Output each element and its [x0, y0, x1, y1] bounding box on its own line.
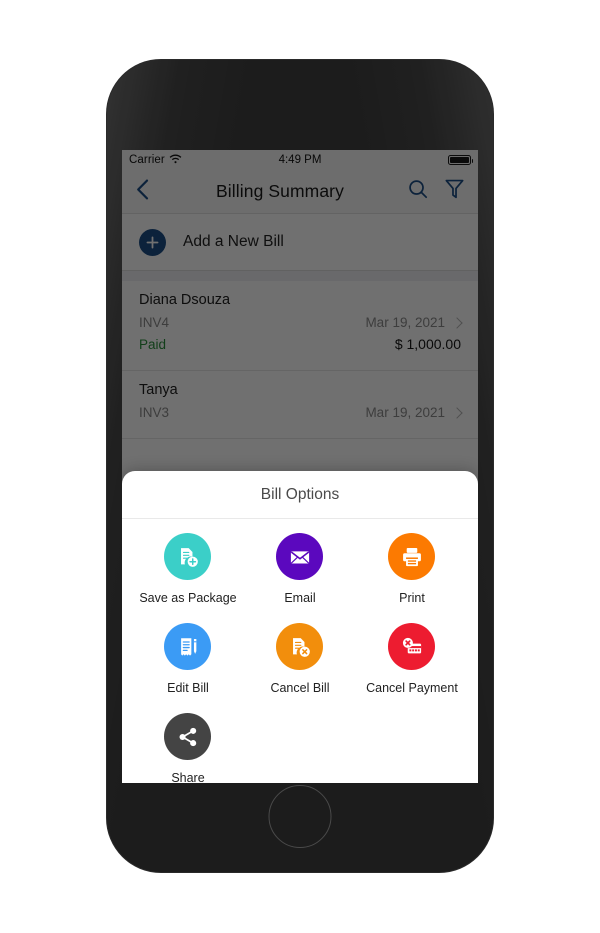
bill-options-grid: Save as Package Email Print Edit Bill Ca… [132, 533, 468, 783]
option-label: Edit Bill [167, 681, 209, 695]
option-icon-circle [164, 713, 212, 760]
printer-icon [403, 547, 421, 566]
option-cancel-payment[interactable]: Cancel Payment [356, 623, 468, 695]
option-label: Cancel Bill [270, 681, 330, 695]
option-label: Save as Package [139, 591, 237, 605]
option-label: Cancel Payment [366, 681, 458, 695]
option-share[interactable]: Share [132, 713, 244, 783]
option-cancel-bill[interactable]: Cancel Bill [244, 623, 356, 695]
home-button[interactable] [268, 785, 332, 848]
option-label: Print [399, 591, 425, 605]
envelope-icon [290, 550, 310, 564]
share-nodes-icon [179, 727, 197, 746]
option-icon-circle [276, 623, 324, 670]
phone-device-frame: Carrier 4:49 PM [107, 60, 493, 872]
option-label: Email [284, 591, 316, 605]
option-icon-circle [388, 533, 436, 580]
option-icon-circle [276, 533, 324, 580]
option-icon-circle [388, 623, 436, 670]
option-email[interactable]: Email [244, 533, 356, 605]
modal-body: Save as Package Email Print Edit Bill Ca… [122, 519, 478, 783]
document-edit-icon [181, 637, 197, 656]
option-label: Share [171, 771, 205, 783]
modal-title: Bill Options [260, 485, 340, 503]
bill-options-modal: Bill Options Save as Package Email Print… [122, 471, 478, 783]
document-x-icon [293, 637, 310, 657]
option-icon-circle [164, 623, 212, 670]
option-save-as-package[interactable]: Save as Package [132, 533, 244, 605]
option-edit-bill[interactable]: Edit Bill [132, 623, 244, 695]
phone-screen: Carrier 4:49 PM [122, 150, 478, 783]
document-add-icon [181, 547, 198, 567]
option-print[interactable]: Print [356, 533, 468, 605]
screenshot-root: Carrier 4:49 PM [0, 0, 600, 933]
option-icon-circle [164, 533, 212, 580]
modal-header: Bill Options [122, 471, 478, 519]
card-x-icon [402, 637, 422, 653]
